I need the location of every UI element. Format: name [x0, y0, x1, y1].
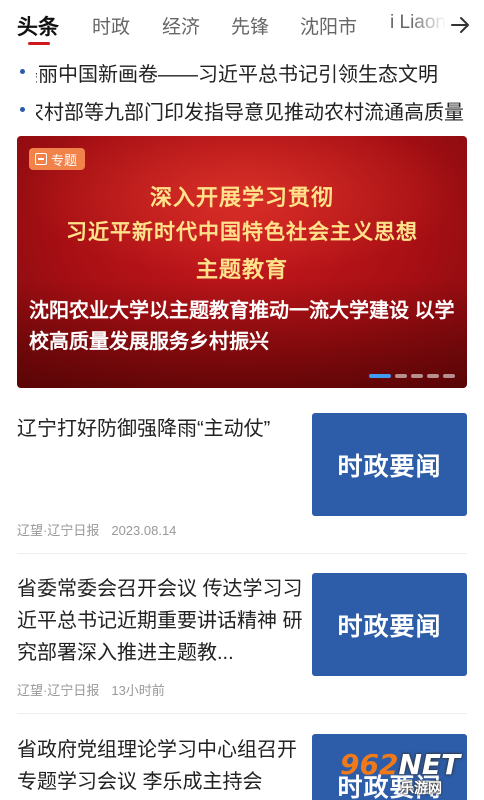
news-meta: 辽望·辽宁日报 13小时前	[17, 680, 177, 699]
banner-title: 沈阳农业大学以主题教育推动一流大学建设 以学校高质量发展服务乡村振兴	[29, 300, 455, 353]
news-source: 辽望·辽宁日报	[17, 523, 100, 538]
headline-item[interactable]: 农业农村部等九部门印发指导意见推动农村流通高质量	[0, 90, 484, 128]
news-time: 2023.08.14	[111, 523, 177, 538]
news-title: 省政府党组理论学习中心组召开专题学习会议 李乐成主持会	[17, 739, 297, 793]
news-meta: 辽望·辽宁日报 2023.08.14	[17, 520, 188, 539]
carousel-dot[interactable]	[369, 374, 391, 378]
watermark-number: 962	[340, 748, 399, 781]
bullet-icon	[20, 69, 25, 74]
banner-theme-line: 习近平新时代中国特色社会主义思想	[66, 219, 418, 244]
topic-banner[interactable]: 专题 深入开展学习贯彻 习近平新时代中国特色社会主义思想 主题教育 沈阳农业大学…	[17, 136, 467, 388]
news-item[interactable]: 辽宁打好防御强降雨“主动仗” 辽望·辽宁日报 2023.08.14 时政要闻	[17, 413, 467, 538]
tab-jingji[interactable]: 经济	[162, 12, 200, 39]
carousel-indicator	[369, 374, 455, 378]
tab-toutiao[interactable]: 头条	[17, 11, 59, 41]
carousel-dot[interactable]	[395, 374, 407, 378]
topic-icon	[35, 153, 47, 165]
news-item[interactable]: 省委常委会召开会议 传达学习习近平总书记近期重要讲话精神 研究部署深入推进主题教…	[17, 573, 467, 698]
news-thumbnail: 时政要闻	[312, 413, 467, 516]
tab-xianfeng[interactable]: 先锋	[231, 12, 269, 39]
headline-text: 农业农村部等九部门印发指导意见推动农村流通高质量	[36, 102, 464, 124]
watermark-sub: 乐游网	[400, 780, 442, 796]
news-time: 13小时前	[111, 683, 165, 698]
news-title: 省委常委会召开会议 传达学习习近平总书记近期重要讲话精神 研究部署深入推进主题教…	[17, 578, 303, 664]
bullet-icon	[20, 107, 25, 112]
news-thumbnail: 时政要闻	[312, 573, 467, 676]
headline-text: 美丽中国新画卷——习近平总书记引领生态文明	[36, 64, 438, 86]
tab-shenyang[interactable]: 沈阳市	[300, 12, 357, 39]
banner-theme-line: 深入开展学习贯彻	[149, 185, 334, 211]
tab-shizheng[interactable]: 时政	[92, 12, 130, 39]
news-title: 辽宁打好防御强降雨“主动仗”	[17, 418, 271, 440]
carousel-dot[interactable]	[427, 374, 439, 378]
thumbnail-label: 时政要闻	[337, 611, 442, 641]
thumbnail-label: 时政要闻	[337, 451, 442, 481]
carousel-dot[interactable]	[443, 374, 455, 378]
watermark-brand: 962NET	[340, 748, 460, 781]
tab-fade	[410, 0, 446, 50]
topic-tag: 专题	[29, 148, 86, 170]
divider	[17, 713, 467, 714]
watermark-net: NET	[398, 748, 461, 781]
carousel-dot[interactable]	[411, 374, 423, 378]
site-watermark: 962NET 乐游网	[340, 748, 480, 798]
headline-item[interactable]: 美丽中国新画卷——习近平总书记引领生态文明	[0, 52, 484, 90]
divider	[17, 553, 467, 554]
news-source: 辽望·辽宁日报	[17, 683, 100, 698]
topic-tag-label: 专题	[51, 152, 78, 168]
more-channels-arrow-icon[interactable]	[446, 8, 476, 42]
active-tab-indicator	[28, 42, 50, 45]
channel-tab-bar: 头条 时政 经济 先锋 沈阳市 i Liaoning	[0, 0, 484, 50]
